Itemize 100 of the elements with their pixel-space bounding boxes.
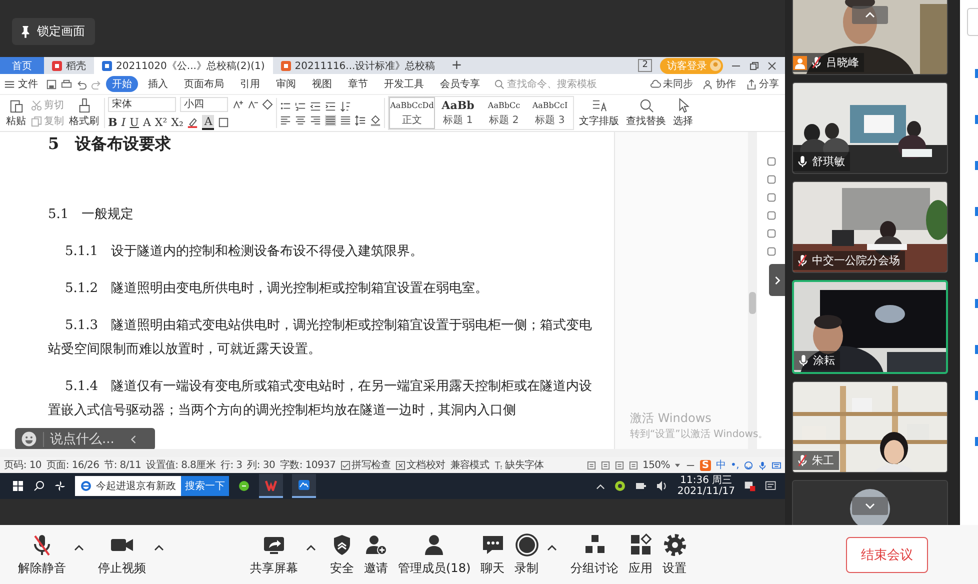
windows-start-icon[interactable] xyxy=(12,480,24,492)
sidebar-tool-icon[interactable] xyxy=(766,192,776,203)
border-icon[interactable] xyxy=(218,116,230,128)
align-icon[interactable] xyxy=(310,114,321,126)
video-tile[interactable]: 舒琪敏 xyxy=(792,82,948,174)
sidebar-tool-icon[interactable] xyxy=(766,246,776,257)
window-count[interactable]: 2 xyxy=(638,59,652,72)
sort-icon[interactable] xyxy=(340,100,351,112)
taskbar-app[interactable] xyxy=(292,474,316,498)
align-icon[interactable] xyxy=(280,114,291,126)
command-search-field[interactable]: 查找命令、搜索模板 xyxy=(494,78,607,90)
ribbon-tab[interactable]: 审阅 xyxy=(270,76,302,92)
view-mode-icon[interactable] xyxy=(600,460,610,470)
collapse-icon[interactable] xyxy=(130,434,137,444)
style-option[interactable]: AaBbCcDd 正文 xyxy=(389,97,435,129)
shrink-font-icon[interactable] xyxy=(247,98,258,110)
toolbar-action[interactable]: 协作 xyxy=(703,77,736,91)
toolbar-button[interactable]: 安全 xyxy=(326,532,358,576)
undo-icon[interactable] xyxy=(76,78,87,90)
toolbar-button[interactable]: 设置 xyxy=(658,532,691,576)
lock-screen-button[interactable]: 锁定画面 xyxy=(12,18,95,45)
options-caret-button[interactable] xyxy=(546,544,557,551)
view-mode-icon[interactable] xyxy=(586,460,596,470)
indent-icon[interactable] xyxy=(325,100,336,112)
scroll-up-button[interactable] xyxy=(852,6,888,24)
video-tile[interactable]: 涂耘 xyxy=(792,280,948,374)
view-mode-icon[interactable] xyxy=(628,460,638,470)
ime-mode[interactable]: 中 xyxy=(716,458,726,472)
video-tile[interactable]: 中交一公院分会场 xyxy=(792,181,948,273)
taskbar-app[interactable] xyxy=(259,474,283,498)
paste-button[interactable]: 粘贴 xyxy=(4,98,28,128)
format-button[interactable]: I xyxy=(121,116,126,128)
ribbon-tab[interactable]: 插入 xyxy=(142,76,174,92)
options-caret-button[interactable] xyxy=(74,544,84,551)
shading-icon[interactable] xyxy=(370,114,381,126)
tool-button[interactable]: 文字排版 xyxy=(577,98,621,128)
font-color-button[interactable]: A xyxy=(202,114,214,130)
outdent-icon[interactable] xyxy=(310,100,321,112)
status-item[interactable]: 拼写检查 xyxy=(340,458,390,472)
volume-icon[interactable] xyxy=(656,480,668,492)
format-painter-button[interactable]: 格式刷 xyxy=(67,98,101,128)
document-tab[interactable]: 20211020《公...》总校稿(2)(1) xyxy=(94,57,273,74)
view-mode-icon[interactable] xyxy=(614,460,624,470)
search-icon[interactable] xyxy=(33,480,45,492)
search-button[interactable]: 搜索一下 xyxy=(181,476,229,496)
print-icon[interactable] xyxy=(61,78,72,90)
pinwheel-icon[interactable] xyxy=(54,480,66,492)
microphone-icon[interactable] xyxy=(758,460,767,470)
grow-font-icon[interactable] xyxy=(232,98,243,110)
video-tile[interactable]: 吕晓峰 xyxy=(792,0,948,75)
align-icon[interactable] xyxy=(295,114,306,126)
close-icon[interactable] xyxy=(767,60,777,70)
new-tab-button[interactable]: + xyxy=(443,57,470,74)
chevron-up-icon[interactable] xyxy=(596,482,606,490)
bullet-list-icon[interactable] xyxy=(280,100,291,112)
ime-punctuation[interactable]: •, xyxy=(730,460,739,470)
document-tab[interactable]: 20211116...设计标准》总校稿 xyxy=(272,57,444,74)
status-item[interactable]: 缺失字体 xyxy=(494,458,544,472)
toolbar-button[interactable]: 录制 xyxy=(510,532,543,576)
sidebar-tool-icon[interactable] xyxy=(766,210,776,221)
keyboard-icon[interactable] xyxy=(772,460,781,470)
scrollbar-thumb[interactable] xyxy=(749,292,756,314)
notification-icon[interactable] xyxy=(744,480,756,492)
sidebar-tool-icon[interactable] xyxy=(766,156,776,167)
toolbar-button[interactable]: 分组讨论 xyxy=(566,532,623,576)
ribbon-tab[interactable]: 引用 xyxy=(234,76,266,92)
ribbon-tab[interactable]: 开始 xyxy=(106,76,138,92)
format-button[interactable]: X₂ xyxy=(171,116,184,128)
document-tab[interactable]: 首页 xyxy=(0,57,44,74)
toolbar-button[interactable]: 共享屏幕 xyxy=(246,532,302,576)
format-button[interactable]: X² xyxy=(154,116,168,128)
style-option[interactable]: AaBbCcI 标题 3 xyxy=(527,97,573,129)
chat-field[interactable]: 说点什么... xyxy=(15,428,155,449)
video-tile[interactable]: 朱工 xyxy=(792,381,948,473)
toolbar-button[interactable]: 管理成员(18) xyxy=(394,532,475,576)
toolbar-action[interactable]: 未同步 xyxy=(650,77,693,91)
align-icon[interactable] xyxy=(340,114,351,126)
ribbon-tab[interactable]: 页面布局 xyxy=(178,76,230,92)
horizontal-scrollbar[interactable] xyxy=(0,449,785,457)
eraser-icon[interactable] xyxy=(262,98,273,110)
format-button[interactable]: U xyxy=(130,116,139,128)
file-menu[interactable]: 文件 xyxy=(4,77,38,91)
tray-app-icon[interactable] xyxy=(614,480,626,492)
save-icon[interactable] xyxy=(46,78,57,90)
network-icon[interactable] xyxy=(635,480,648,492)
line-spacing-icon[interactable] xyxy=(355,114,366,126)
end-meeting-button[interactable]: 结束会议 xyxy=(846,536,928,572)
toolbar-action[interactable]: 分享 xyxy=(746,77,779,91)
expand-panel-button[interactable] xyxy=(769,264,785,296)
toolbar-button[interactable]: 聊天 xyxy=(476,532,509,576)
app-icon[interactable] xyxy=(238,480,250,492)
style-option[interactable]: AaBbCc 标题 2 xyxy=(481,97,527,129)
options-caret-button[interactable] xyxy=(306,544,316,551)
stop-video-button[interactable]: 停止视频 xyxy=(94,532,150,576)
clock[interactable]: 11:36 周三 2021/11/17 xyxy=(677,475,735,497)
emoji-icon[interactable] xyxy=(744,460,753,470)
zoom-level[interactable]: 150% xyxy=(642,460,681,470)
sidebar-tool-icon[interactable] xyxy=(766,174,776,185)
action-center-icon[interactable] xyxy=(765,480,777,492)
ribbon-tab[interactable]: 视图 xyxy=(306,76,338,92)
